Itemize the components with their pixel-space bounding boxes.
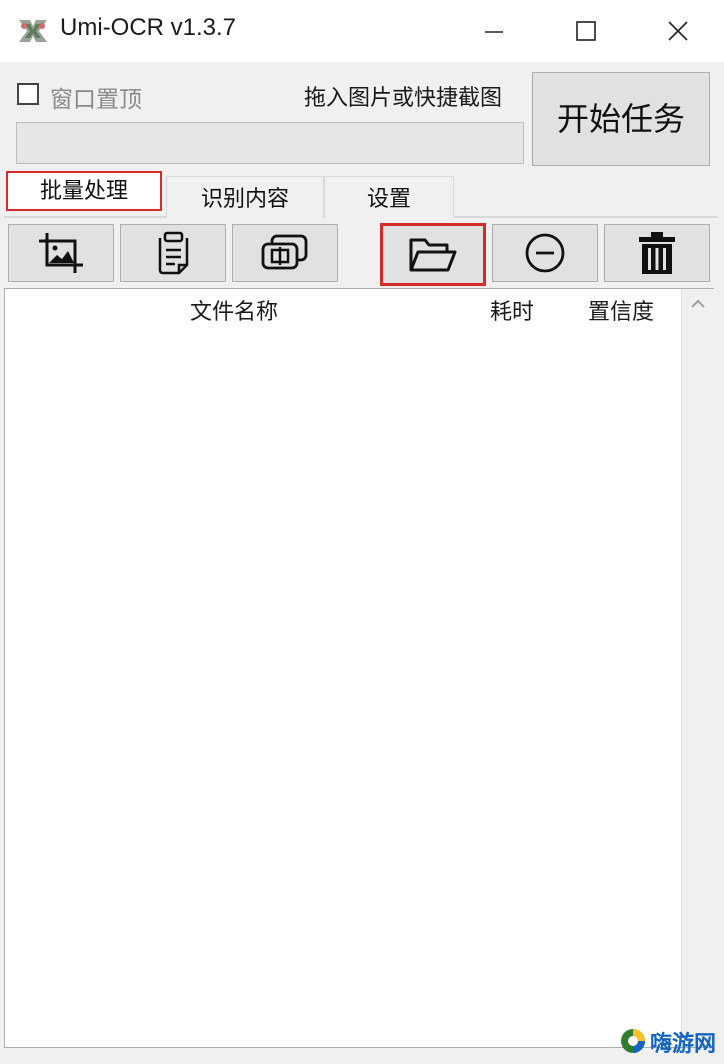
open-folder-button[interactable]: [380, 223, 486, 286]
pin-window-label: 窗口置顶: [50, 87, 142, 113]
minimize-button[interactable]: [448, 0, 540, 62]
maximize-button[interactable]: [540, 0, 632, 62]
vertical-scrollbar[interactable]: [681, 289, 714, 1047]
clipboard-icon: [158, 231, 189, 275]
chevron-up-icon[interactable]: [690, 299, 706, 309]
watermark-text: 嗨游网: [650, 1032, 717, 1057]
remove-icon: [525, 233, 565, 273]
column-header-filename[interactable]: 文件名称: [5, 289, 464, 337]
maximize-icon: [576, 21, 596, 41]
batch-capture-button[interactable]: [232, 224, 338, 282]
trash-icon: [639, 232, 675, 274]
close-button[interactable]: [632, 0, 724, 62]
umi-ocr-icon: [16, 16, 50, 46]
batch-capture-icon: [261, 234, 308, 270]
drop-hint-text: 拖入图片或快捷截图: [304, 86, 503, 111]
site-watermark: 嗨游网: [620, 1026, 720, 1058]
start-task-button[interactable]: 开始任务: [532, 72, 710, 166]
close-icon: [668, 21, 688, 41]
tab-recognized-content[interactable]: 识别内容: [166, 176, 324, 218]
column-header-duration[interactable]: 耗时: [463, 289, 562, 337]
title-bar: Umi-OCR v1.3.7: [0, 0, 724, 62]
column-header-confidence[interactable]: 置信度: [561, 289, 681, 337]
open-folder-icon: [409, 238, 457, 271]
clipboard-button[interactable]: [120, 224, 226, 282]
file-table[interactable]: 文件名称 耗时 置信度: [4, 288, 714, 1048]
remove-item-button[interactable]: [492, 224, 598, 282]
progress-bar: [16, 122, 524, 164]
clear-all-button[interactable]: [604, 224, 710, 282]
watermark-logo-icon: [621, 1029, 645, 1053]
minimize-icon: [485, 31, 503, 33]
tab-settings[interactable]: 设置: [324, 176, 454, 218]
pin-window-checkbox[interactable]: [17, 83, 39, 105]
window-title: Umi-OCR v1.3.7: [60, 14, 237, 41]
screenshot-button[interactable]: [8, 224, 114, 282]
screenshot-icon: [39, 233, 83, 273]
tab-batch-processing[interactable]: 批量处理: [6, 171, 162, 211]
